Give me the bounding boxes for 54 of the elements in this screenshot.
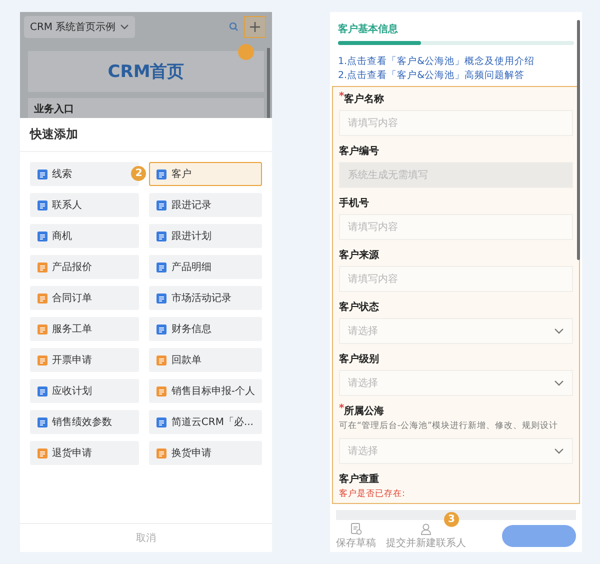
quick-add-item[interactable]: 产品明细: [149, 255, 262, 279]
quick-add-item[interactable]: 市场活动记录: [149, 286, 262, 310]
section-title: 业务入口: [28, 98, 264, 118]
required-mark: *: [339, 92, 344, 102]
field-label: 客户编号: [339, 144, 379, 158]
app-selector[interactable]: CRM 系统首页示例: [24, 16, 135, 38]
quick-add-item[interactable]: 跟进记录: [149, 193, 262, 217]
banner-title: CRM首页: [28, 51, 264, 92]
input-field[interactable]: 请填写内容: [339, 110, 573, 136]
step-badge: 2: [131, 166, 146, 181]
quick-add-item[interactable]: 产品报价: [30, 255, 140, 279]
quick-add-item[interactable]: 销售目标申报-个人: [149, 379, 262, 403]
person-icon: [420, 522, 432, 534]
quick-add-item[interactable]: 跟进计划: [149, 224, 262, 248]
quick-add-item[interactable]: 合同订单: [30, 286, 140, 310]
chevron-down-icon: [554, 448, 564, 454]
scrollbar: [267, 48, 270, 118]
input-field[interactable]: 请填写内容: [339, 214, 573, 240]
sheet-title: 快速添加: [20, 118, 272, 152]
add-button[interactable]: [244, 16, 266, 38]
step-badge: 3: [444, 512, 459, 527]
quick-add-item[interactable]: 简道云CRM「必...: [149, 410, 262, 434]
required-mark: *: [339, 404, 344, 414]
quick-add-item[interactable]: 服务工单: [30, 317, 140, 341]
quick-add-item[interactable]: 退货申请: [30, 441, 140, 465]
duplicate-status: 客户是否已存在:: [339, 488, 406, 500]
chevron-down-icon: [554, 328, 564, 334]
field-label: 客户查重: [339, 472, 379, 486]
quick-add-item[interactable]: 商机: [30, 224, 140, 248]
quick-add-item[interactable]: 财务信息: [149, 317, 262, 341]
help-link[interactable]: 1.点击查看「客户&公海池」概念及使用介绍: [338, 55, 574, 68]
step-marker: [238, 44, 254, 60]
quick-add-item[interactable]: 客户: [149, 162, 262, 186]
field-label: 客户级别: [339, 352, 379, 366]
plus-icon: [250, 22, 260, 32]
field-label: 手机号: [339, 196, 369, 210]
field-label: 所属公海: [344, 404, 384, 418]
quick-add-item[interactable]: 回款单: [149, 348, 262, 372]
quick-add-item[interactable]: 联系人: [30, 193, 140, 217]
search-icon[interactable]: [229, 22, 238, 32]
input-field[interactable]: 请填写内容: [339, 266, 573, 292]
document-icon: [350, 522, 362, 534]
chevron-down-icon: [554, 380, 564, 386]
field-label: 客户来源: [339, 248, 379, 262]
quick-add-item[interactable]: 销售绩效参数: [30, 410, 140, 434]
field-hint: 可在“管理后台-公海池”模块进行新增、修改、规则设计: [339, 420, 559, 432]
chevron-down-icon: [120, 24, 129, 30]
field-label: 客户名称: [344, 92, 384, 106]
submit-button[interactable]: [502, 525, 576, 547]
quick-add-item[interactable]: 换货申请: [149, 441, 262, 465]
help-link[interactable]: 2.点击查看「客户&公海池」高频问题解答: [338, 69, 574, 82]
field-label: 客户状态: [339, 300, 379, 314]
quick-add-item[interactable]: 应收计划: [30, 379, 140, 403]
quick-add-item[interactable]: 开票申请: [30, 348, 140, 372]
